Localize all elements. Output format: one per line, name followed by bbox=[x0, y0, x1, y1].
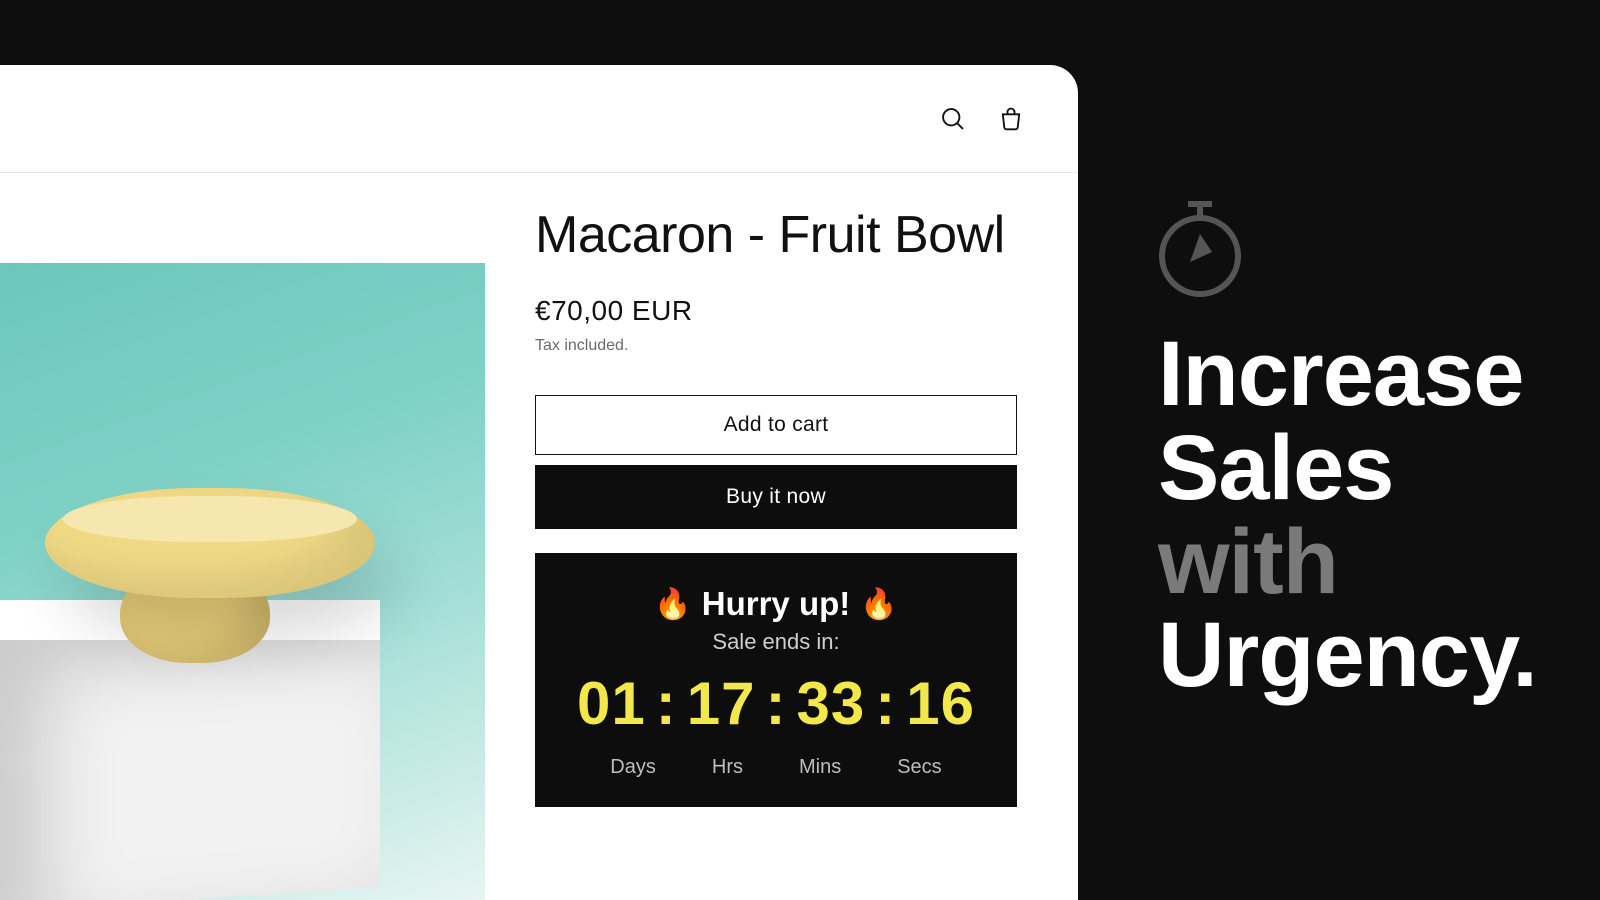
search-icon[interactable] bbox=[938, 104, 968, 134]
promo-line2: Sales bbox=[1158, 417, 1393, 519]
label-secs: Secs bbox=[897, 756, 941, 779]
promo-heading: Increase Sales with Urgency. bbox=[1158, 328, 1520, 703]
countdown-timer: 01 : 17 : 33 : 16 bbox=[555, 669, 997, 738]
promo-line3: with bbox=[1158, 511, 1338, 613]
countdown-headline-text: Hurry up! bbox=[702, 585, 851, 623]
timer-mins: 33 bbox=[796, 669, 865, 738]
cart-icon[interactable] bbox=[996, 104, 1026, 134]
label-hrs: Hrs bbox=[712, 756, 743, 779]
countdown-box: 🔥 Hurry up! 🔥 Sale ends in: 01 : 17 : 33… bbox=[535, 553, 1017, 807]
promo-panel: Increase Sales with Urgency. bbox=[1158, 200, 1520, 703]
tax-note: Tax included. bbox=[535, 337, 1022, 355]
timer-hrs: 17 bbox=[687, 669, 756, 738]
product-title: Macaron - Fruit Bowl bbox=[535, 205, 1022, 265]
timer-days: 01 bbox=[577, 669, 646, 738]
timer-sep: : bbox=[654, 669, 679, 738]
countdown-subline: Sale ends in: bbox=[555, 629, 997, 655]
countdown-headline: 🔥 Hurry up! 🔥 bbox=[555, 585, 997, 623]
timer-sep: : bbox=[873, 669, 898, 738]
label-days: Days bbox=[610, 756, 656, 779]
product-details: Macaron - Fruit Bowl €70,00 EUR Tax incl… bbox=[485, 173, 1078, 900]
label-mins: Mins bbox=[799, 756, 841, 779]
fire-icon: 🔥 bbox=[654, 587, 691, 622]
timer-sep: : bbox=[764, 669, 789, 738]
buy-now-button[interactable]: Buy it now bbox=[535, 465, 1017, 529]
promo-line4: Urgency. bbox=[1158, 604, 1537, 706]
product-price: €70,00 EUR bbox=[535, 295, 1022, 327]
product-content: Macaron - Fruit Bowl €70,00 EUR Tax incl… bbox=[0, 173, 1078, 900]
product-image bbox=[0, 263, 485, 900]
fire-icon: 🔥 bbox=[860, 587, 897, 622]
timer-secs: 16 bbox=[906, 669, 975, 738]
top-bar bbox=[0, 65, 1078, 173]
add-to-cart-button[interactable]: Add to cart bbox=[535, 395, 1017, 455]
stopwatch-icon bbox=[1158, 200, 1242, 284]
product-window: Macaron - Fruit Bowl €70,00 EUR Tax incl… bbox=[0, 65, 1078, 900]
promo-line1: Increase bbox=[1158, 323, 1523, 425]
countdown-labels: Days Hrs Mins Secs bbox=[555, 756, 997, 779]
